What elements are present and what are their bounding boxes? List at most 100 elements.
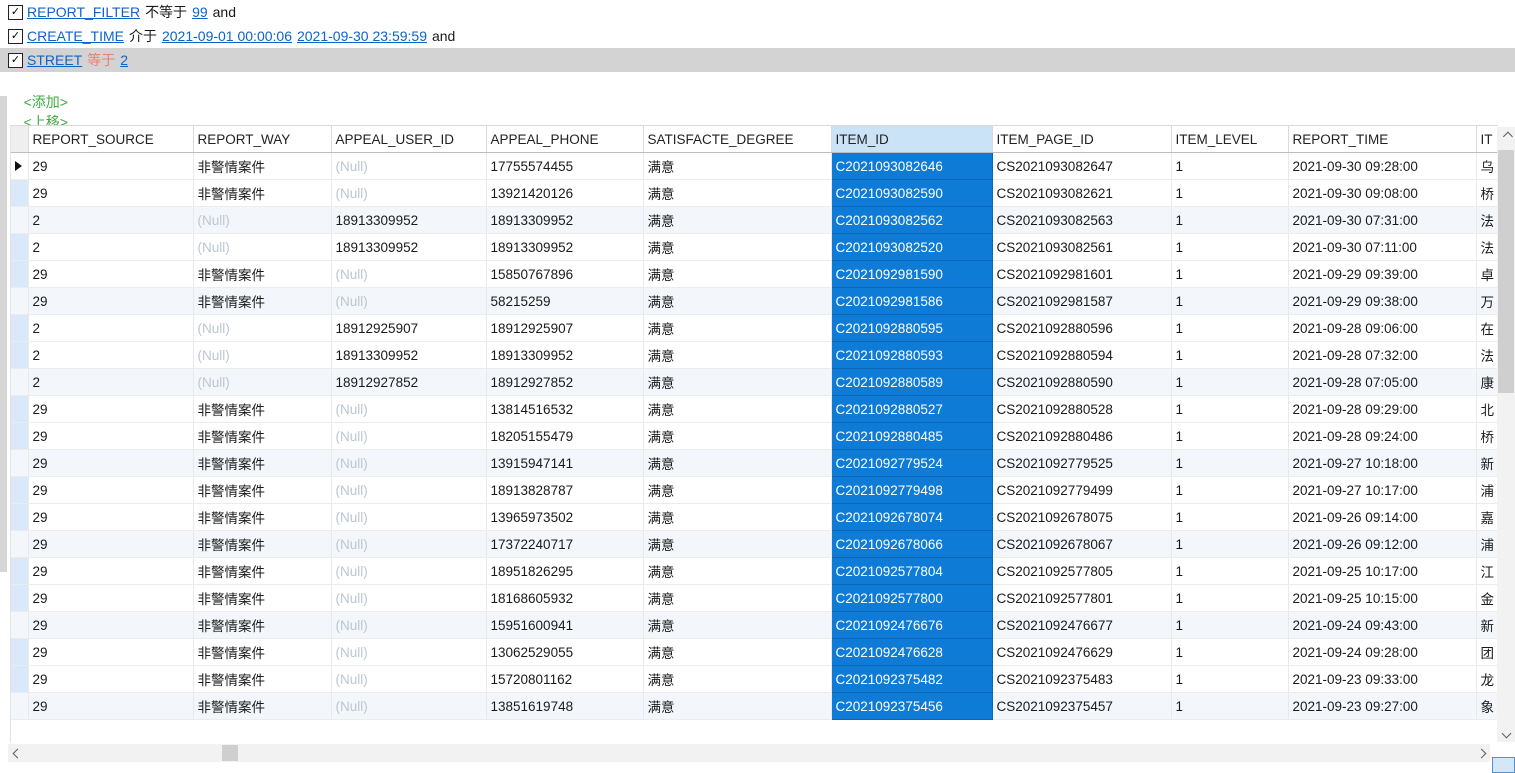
cell[interactable]: 满意 bbox=[643, 260, 832, 288]
cell[interactable]: (Null) bbox=[331, 692, 487, 720]
column-header-report_way[interactable]: REPORT_WAY bbox=[193, 126, 332, 153]
row-indicator-cell[interactable] bbox=[11, 206, 29, 234]
column-header-appeal_user_id[interactable]: APPEAL_USER_ID bbox=[331, 126, 487, 153]
column-header-it[interactable]: IT bbox=[1476, 126, 1498, 153]
cell[interactable]: 卓 bbox=[1476, 260, 1498, 288]
filter-condition-row[interactable]: ✓ CREATE_TIME 介于 2021-09-01 00:00:06 2021-09… bbox=[0, 24, 1515, 48]
cell[interactable]: C2021093082646 bbox=[831, 152, 993, 180]
cell[interactable]: 满意 bbox=[643, 368, 832, 396]
cell[interactable]: 满意 bbox=[643, 611, 832, 639]
cell[interactable]: 1 bbox=[1171, 152, 1289, 180]
cell[interactable]: 18205155479 bbox=[486, 422, 644, 450]
cell[interactable]: (Null) bbox=[331, 152, 487, 180]
cell[interactable]: 2021-09-28 09:29:00 bbox=[1288, 395, 1477, 423]
cell[interactable]: C2021092880589 bbox=[831, 368, 993, 396]
cell[interactable]: C2021092476676 bbox=[831, 611, 993, 639]
cell[interactable]: 非警情案件 bbox=[193, 665, 332, 693]
cell[interactable]: 18913828787 bbox=[486, 476, 644, 504]
cell[interactable]: CS2021092880596 bbox=[992, 314, 1172, 342]
cell[interactable]: 2021-09-27 10:17:00 bbox=[1288, 476, 1477, 504]
cell[interactable]: 龙 bbox=[1476, 665, 1498, 693]
cell[interactable]: 非警情案件 bbox=[193, 422, 332, 450]
row-indicator-cell[interactable] bbox=[11, 368, 29, 396]
cell[interactable]: 2021-09-27 10:18:00 bbox=[1288, 449, 1477, 477]
cell[interactable]: 桥 bbox=[1476, 422, 1498, 450]
cell[interactable]: 2021-09-25 10:17:00 bbox=[1288, 557, 1477, 585]
cell[interactable]: 1 bbox=[1171, 341, 1289, 369]
cell[interactable]: 在 bbox=[1476, 314, 1498, 342]
cell[interactable]: 13814516532 bbox=[486, 395, 644, 423]
cell[interactable]: 法 bbox=[1476, 233, 1498, 261]
cell[interactable]: (Null) bbox=[331, 476, 487, 504]
cell[interactable]: 18912925907 bbox=[486, 314, 644, 342]
cell[interactable]: 2 bbox=[28, 314, 194, 342]
cell[interactable]: (Null) bbox=[331, 665, 487, 693]
row-indicator-cell[interactable] bbox=[11, 503, 29, 531]
cell[interactable]: 1 bbox=[1171, 395, 1289, 423]
cell[interactable]: CS2021092880486 bbox=[992, 422, 1172, 450]
cell[interactable]: 13062529055 bbox=[486, 638, 644, 666]
cell[interactable]: C2021092577800 bbox=[831, 584, 993, 612]
corner-button[interactable] bbox=[1492, 757, 1515, 773]
filter-checkbox-icon[interactable]: ✓ bbox=[8, 28, 23, 44]
cell[interactable]: 13965973502 bbox=[486, 503, 644, 531]
cell[interactable]: 1 bbox=[1171, 179, 1289, 207]
cell[interactable]: 2021-09-30 07:11:00 bbox=[1288, 233, 1477, 261]
cell[interactable]: 1 bbox=[1171, 476, 1289, 504]
row-indicator-cell[interactable] bbox=[11, 287, 29, 315]
row-indicator-cell[interactable] bbox=[11, 179, 29, 207]
row-indicator-cell[interactable] bbox=[11, 530, 29, 558]
cell[interactable]: 满意 bbox=[643, 179, 832, 207]
row-indicator-cell[interactable] bbox=[11, 476, 29, 504]
cell[interactable]: 非警情案件 bbox=[193, 503, 332, 531]
cell[interactable]: 2021-09-28 09:06:00 bbox=[1288, 314, 1477, 342]
cell[interactable]: 18912927852 bbox=[331, 368, 487, 396]
cell[interactable]: 29 bbox=[28, 665, 194, 693]
cell[interactable]: 18913309952 bbox=[486, 233, 644, 261]
cell[interactable]: C2021092476628 bbox=[831, 638, 993, 666]
filter-value-link[interactable]: 2 bbox=[120, 52, 128, 68]
cell[interactable]: 58215259 bbox=[486, 287, 644, 315]
cell[interactable]: 1 bbox=[1171, 206, 1289, 234]
cell[interactable]: 18168605932 bbox=[486, 584, 644, 612]
cell[interactable]: 浦 bbox=[1476, 476, 1498, 504]
horizontal-scrollbar[interactable] bbox=[8, 744, 1490, 762]
cell[interactable]: C2021092577804 bbox=[831, 557, 993, 585]
column-header-item_page_id[interactable]: ITEM_PAGE_ID bbox=[992, 126, 1172, 153]
cell[interactable]: 满意 bbox=[643, 584, 832, 612]
filter-field-link[interactable]: CREATE_TIME bbox=[27, 28, 124, 44]
cell[interactable]: 1 bbox=[1171, 287, 1289, 315]
cell[interactable]: CS2021092981587 bbox=[992, 287, 1172, 315]
cell[interactable]: 2021-09-23 09:33:00 bbox=[1288, 665, 1477, 693]
add-filter-button[interactable]: <添加> bbox=[24, 94, 68, 110]
cell[interactable]: CS2021092577805 bbox=[992, 557, 1172, 585]
vertical-scrollbar-thumb[interactable] bbox=[1498, 150, 1514, 393]
left-panel-scrollbar[interactable] bbox=[0, 96, 7, 572]
cell[interactable]: 17755574455 bbox=[486, 152, 644, 180]
cell[interactable]: C2021092880595 bbox=[831, 314, 993, 342]
filter-operator[interactable]: 介于 bbox=[129, 26, 157, 46]
cell[interactable]: 2021-09-25 10:15:00 bbox=[1288, 584, 1477, 612]
cell[interactable]: 15720801162 bbox=[486, 665, 644, 693]
cell[interactable]: 29 bbox=[28, 152, 194, 180]
cell[interactable]: C2021092375456 bbox=[831, 692, 993, 720]
cell[interactable]: (Null) bbox=[331, 395, 487, 423]
filter-value-link[interactable]: 2021-09-01 00:00:06 bbox=[162, 28, 292, 44]
horizontal-scrollbar-thumb[interactable] bbox=[222, 745, 238, 761]
cell[interactable]: 15850767896 bbox=[486, 260, 644, 288]
cell[interactable]: 非警情案件 bbox=[193, 530, 332, 558]
cell[interactable]: 满意 bbox=[643, 152, 832, 180]
row-indicator-cell[interactable] bbox=[11, 638, 29, 666]
cell[interactable]: 18913309952 bbox=[331, 341, 487, 369]
row-indicator-cell[interactable] bbox=[11, 233, 29, 261]
cell[interactable]: 1 bbox=[1171, 692, 1289, 720]
row-indicator-cell[interactable] bbox=[11, 260, 29, 288]
cell[interactable]: 29 bbox=[28, 476, 194, 504]
cell[interactable]: 1 bbox=[1171, 557, 1289, 585]
cell[interactable]: C2021092880485 bbox=[831, 422, 993, 450]
cell[interactable]: 满意 bbox=[643, 287, 832, 315]
cell[interactable]: 2021-09-29 09:38:00 bbox=[1288, 287, 1477, 315]
cell[interactable]: 金 bbox=[1476, 584, 1498, 612]
cell[interactable]: 乌 bbox=[1476, 152, 1498, 180]
cell[interactable]: 29 bbox=[28, 692, 194, 720]
